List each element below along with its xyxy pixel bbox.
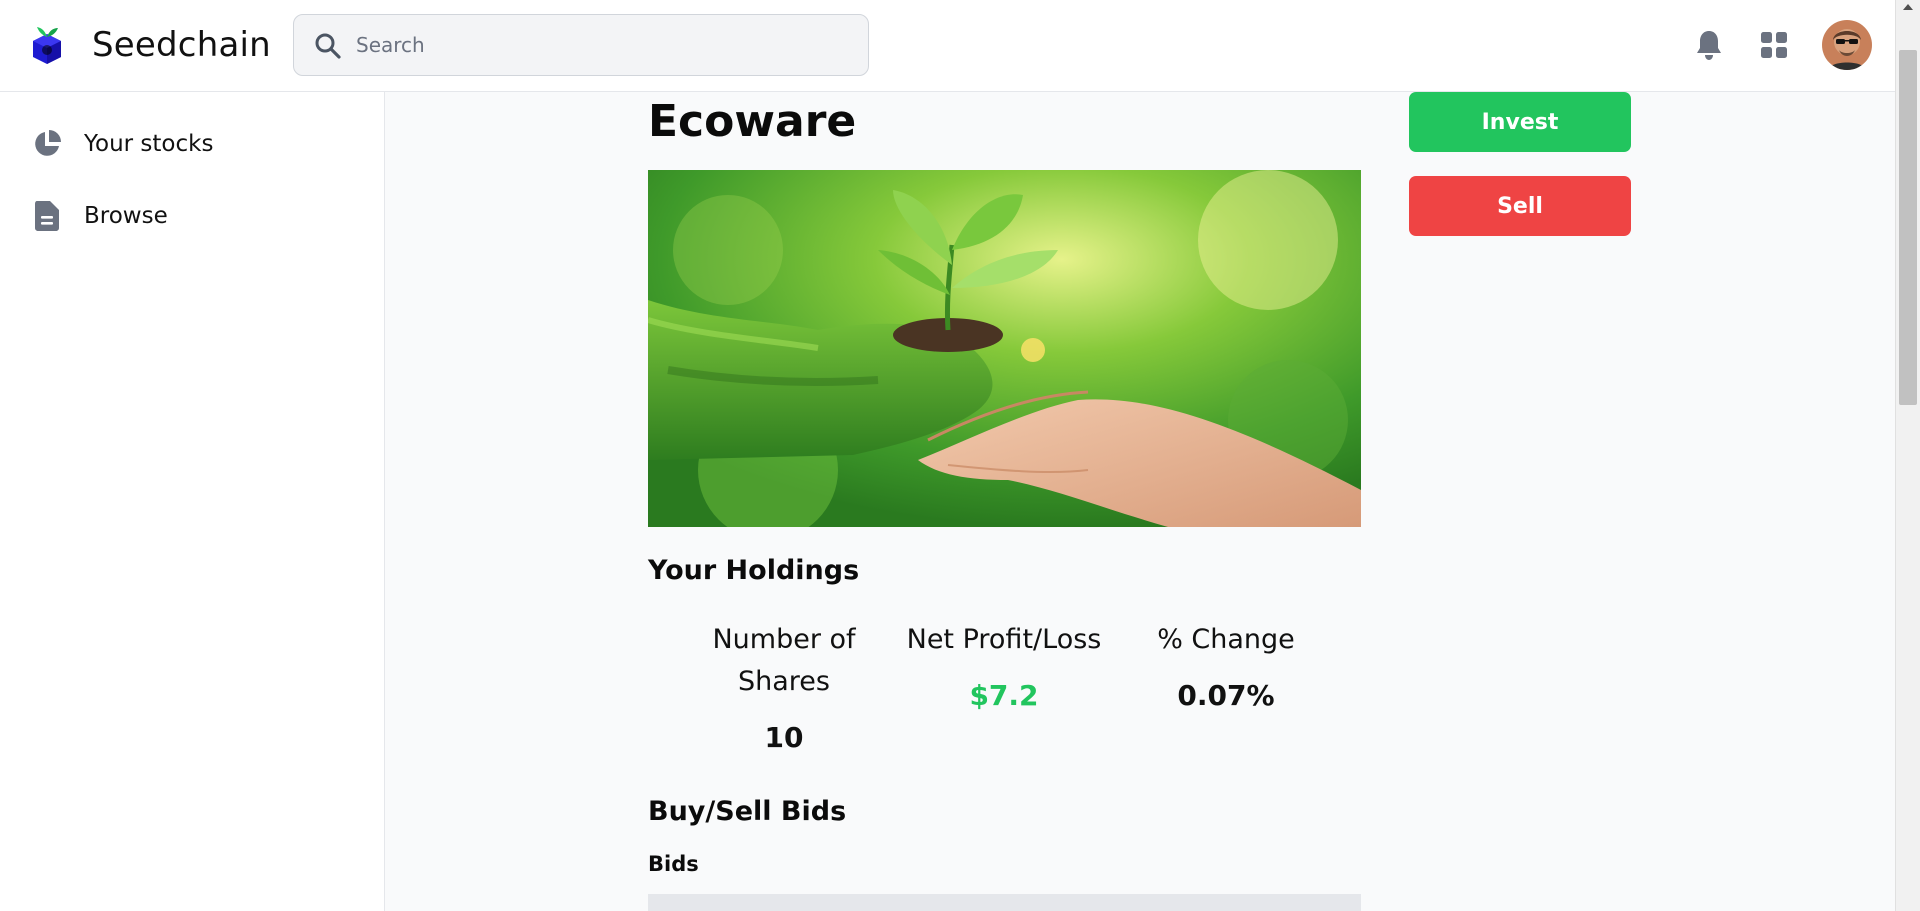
apps-grid-icon[interactable] xyxy=(1757,28,1791,62)
seedchain-logo-icon xyxy=(33,27,61,64)
brand[interactable]: Seedchain xyxy=(28,24,271,66)
bids-heading: Buy/Sell Bids xyxy=(648,796,847,827)
sidebar-item-label: Your stocks xyxy=(84,131,214,157)
notifications-bell-icon[interactable] xyxy=(1692,28,1726,62)
bids-table-header xyxy=(648,894,1361,911)
company-hero-image xyxy=(648,170,1361,527)
sidebar: Your stocks Browse xyxy=(0,92,385,911)
stat-net-profit-loss: Net Profit/Loss $7.2 xyxy=(884,619,1124,712)
stat-percent-change: % Change 0.07% xyxy=(1128,619,1324,712)
stat-value: 0.07% xyxy=(1177,679,1275,712)
search-box xyxy=(293,14,869,76)
search-icon xyxy=(315,33,341,59)
sidebar-item-label: Browse xyxy=(84,203,168,229)
page-title: Ecoware xyxy=(648,96,857,147)
stat-label: Number of Shares xyxy=(712,624,856,697)
invest-button[interactable]: Invest xyxy=(1409,92,1631,152)
sidebar-item-your-stocks[interactable]: Your stocks xyxy=(30,122,213,166)
user-avatar[interactable] xyxy=(1822,20,1872,70)
sidebar-item-browse[interactable]: Browse xyxy=(30,194,168,238)
brand-name: Seedchain xyxy=(92,25,271,65)
document-icon xyxy=(30,199,64,233)
stat-label: Net Profit/Loss xyxy=(906,624,1102,655)
stat-value: 10 xyxy=(764,721,804,754)
stat-number-of-shares: Number of Shares 10 xyxy=(690,619,878,754)
stat-value: $7.2 xyxy=(969,679,1039,712)
stat-label: % Change xyxy=(1157,624,1295,655)
holdings-heading: Your Holdings xyxy=(648,555,860,586)
sell-button[interactable]: Sell xyxy=(1409,176,1631,236)
search-input[interactable] xyxy=(354,15,854,75)
scroll-up-arrow-icon[interactable] xyxy=(1903,4,1913,10)
top-navbar: Seedchain xyxy=(0,0,1895,92)
vertical-scrollbar[interactable] xyxy=(1895,0,1920,911)
bids-subheading: Bids xyxy=(648,852,699,876)
pie-chart-icon xyxy=(30,127,64,161)
scrollbar-thumb[interactable] xyxy=(1899,50,1917,405)
